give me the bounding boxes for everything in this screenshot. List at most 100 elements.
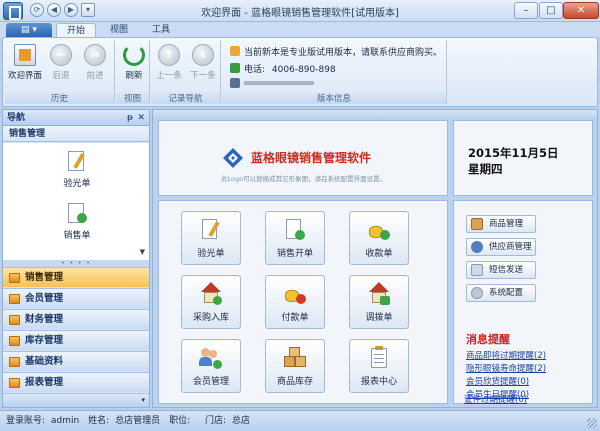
brand-logo-icon [223,148,243,168]
document-add-icon [283,218,307,242]
name-label: 姓名: [88,416,110,426]
folder-icon [9,315,20,325]
nav-section-finance[interactable]: 财务管理 [3,309,149,329]
function-label: 付款单 [281,313,309,323]
receipt-button[interactable]: 收款单 [349,211,409,265]
notice-icon [230,46,240,56]
boxes-icon [283,346,307,370]
position-label: 职位: [169,416,191,426]
status-bar: 登录账号: admin 姓名: 总店管理员 职位: 门店: 总店 [0,410,600,431]
welcome-button[interactable]: 欢迎界面 [7,42,43,90]
store-value: 总店 [232,416,251,426]
forward-button-label: 前进 [86,71,104,81]
ribbon-group-label: 历史 [5,92,114,104]
clipboard-icon [367,346,391,370]
forward-button[interactable]: → 前进 [77,42,113,90]
file-menu-button[interactable]: ▤ ▾ [6,23,52,37]
back-button[interactable]: ← 后退 [43,42,79,90]
nav-section-inventory[interactable]: 库存管理 [3,330,149,350]
sms-send-button[interactable]: 短信发送 [466,261,536,279]
nav-header: 导航 ᵽ ✕ [3,110,149,126]
account-value: admin [51,416,80,426]
nav-section-members[interactable]: 会员管理 [3,288,149,308]
house-add-icon [199,282,223,306]
home-icon [230,78,240,88]
ribbon-group-view: 刷新 视图 [116,40,150,104]
nav-overflow-button[interactable]: ▾ [3,393,149,407]
next-record-label: 下一条 [190,71,216,81]
brand-panel: 蓝格眼镜销售管理软件 此Logo可以替换成其它形象图，请在系统配置界面设置。 [158,120,448,196]
ribbon-group-version: 当前新本是专业版试用版本，请联系供应商购买。 电话: 4006-890-898 … [222,40,447,104]
side-button-label: 短信发送 [489,265,524,275]
nav-section-basic-data[interactable]: 基础资料 [3,351,149,371]
message-icon [471,264,483,276]
member-management-button[interactable]: 会员管理 [181,339,241,393]
back-arrow-icon: ← [50,44,72,66]
refresh-button[interactable]: 刷新 [116,42,152,90]
inventory-button[interactable]: 商品库存 [265,339,325,393]
tab-view[interactable]: 视图 [100,23,138,38]
message-link-expiring-products[interactable]: 商品即将过期提醒(2) [466,349,546,361]
nav-section-sales[interactable]: 销售管理 [3,267,149,287]
version-notice: 当前新本是专业版试用版本，请联系供应商购买。 [230,45,442,58]
product-management-button[interactable]: 商品管理 [466,215,536,233]
transfer-button[interactable]: 调拨单 [349,275,409,329]
system-config-button[interactable]: 系统配置 [466,284,536,302]
maximize-button[interactable]: □ [539,2,563,19]
tab-start[interactable]: 开始 [56,23,97,38]
pin-icon[interactable]: ᵽ [127,110,133,126]
nav-section-label: 财务管理 [25,314,64,325]
close-button[interactable]: ✕ [563,2,599,19]
user-icon [471,241,483,253]
document-add-icon [65,201,89,225]
nav-item-label: 销售单 [63,231,91,241]
nav-item-optometry[interactable]: 验光单 [49,149,105,189]
payment-button[interactable]: 付款单 [265,275,325,329]
prev-record-label: 上一条 [156,71,182,81]
optometry-button[interactable]: 验光单 [181,211,241,265]
version-website [230,78,314,90]
splitter-grip[interactable]: • • • • [3,260,149,267]
ribbon-group-label: 视图 [116,92,149,104]
nav-item-sales[interactable]: 销售单 [49,201,105,241]
function-label: 销售开单 [276,249,313,259]
phone-number: 4006-890-898 [271,65,336,75]
house-transfer-icon [367,282,391,306]
message-link-member-pickup[interactable]: 会员欣货提醒(0) [466,375,529,387]
phone-icon [230,63,240,73]
scroll-down-icon[interactable]: ▼ [140,248,145,256]
supplier-management-button[interactable]: 供应商管理 [466,238,536,256]
version-notice-text: 当前新本是专业版试用版本，请联系供应商购买。 [244,48,443,58]
function-label: 采购入库 [192,313,229,323]
date-panel: 2015年11月5日 星期四 [453,120,593,196]
message-link-id-expiry[interactable]: 证件过期提醒(0) [464,393,527,405]
nav-section-reports[interactable]: 报表管理 [3,372,149,392]
document-pencil-icon [65,149,89,173]
function-label: 报表中心 [360,377,397,387]
brand-title: 蓝格眼镜销售管理软件 [251,151,372,165]
name-value: 总店管理员 [115,416,161,426]
side-panel: 商品管理 供应商管理 短信发送 系统配置 消息提醒 商品即将过期提醒(2) 隐形… [453,200,593,404]
nav-section-label: 基础资料 [25,356,64,367]
resize-grip-icon[interactable] [587,418,597,428]
ribbon: 欢迎界面 ← 后退 → 前进 历史 刷新 视图 ↑ 上一条 ↓ 下一条 记录导航 [2,37,598,107]
ribbon-group-label: 记录导航 [151,92,220,104]
ribbon-group-history: 欢迎界面 ← 后退 → 前进 历史 [5,40,115,104]
welcome-page-icon [14,44,36,66]
account-label: 登录账号: [6,416,46,426]
minimize-button[interactable]: – [514,2,538,19]
purchase-in-button[interactable]: 采购入库 [181,275,241,329]
brand-note: 此Logo可以替换成其它形象图，请在系统配置界面设置。 [221,175,387,183]
message-link-contact-lens-life[interactable]: 隐形眼镜寿命提醒(2) [466,362,546,374]
report-center-button[interactable]: 报表中心 [349,339,409,393]
store-label: 门店: [204,416,227,426]
next-record-button[interactable]: ↓ 下一条 [185,42,221,90]
tab-tools[interactable]: 工具 [142,23,180,38]
nav-items-panel: 验光单 销售单 ▼ [3,143,149,260]
coins-remove-icon [283,282,307,306]
box-icon [471,218,483,230]
prev-record-button[interactable]: ↑ 上一条 [151,42,187,90]
sales-order-button[interactable]: 销售开单 [265,211,325,265]
function-label: 会员管理 [192,377,229,387]
close-icon[interactable]: ✕ [137,110,145,126]
